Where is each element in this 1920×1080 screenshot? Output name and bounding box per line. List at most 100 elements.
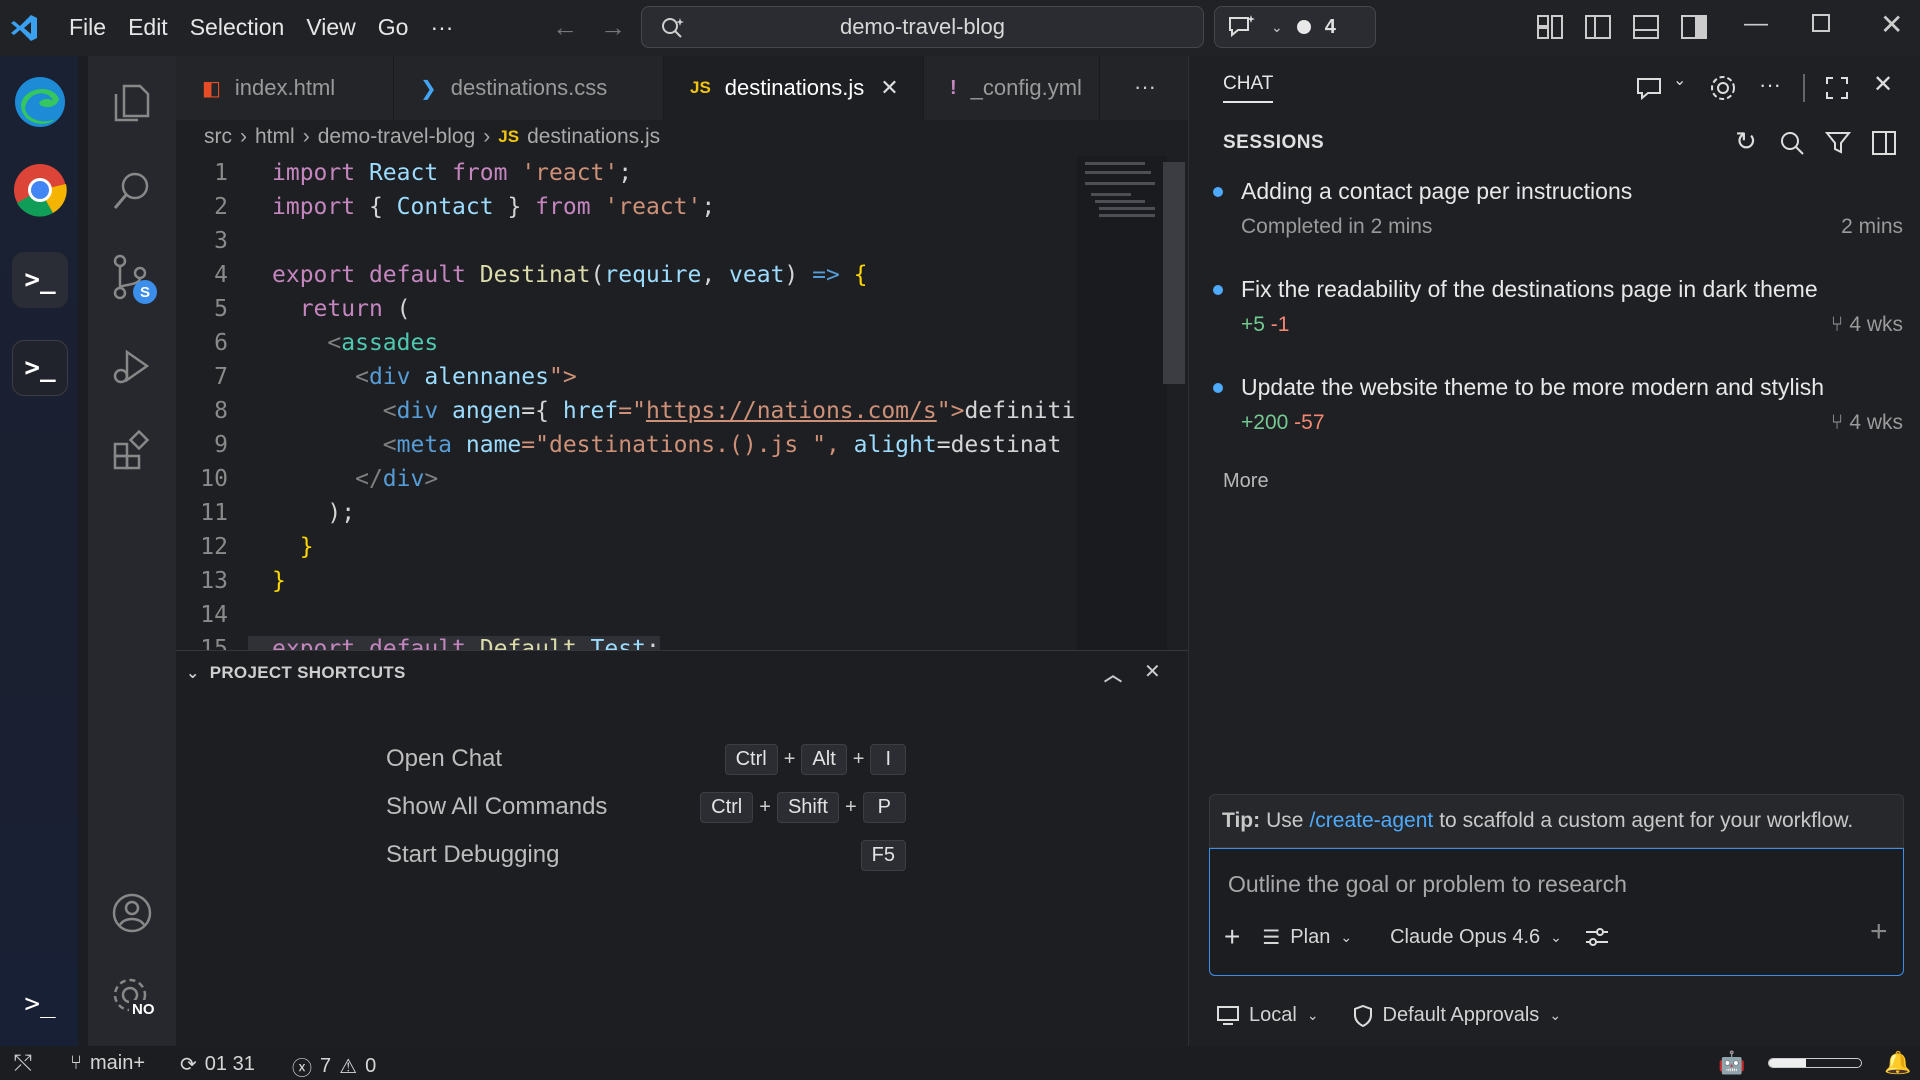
tab-label: index.html	[234, 75, 336, 100]
approvals-picker[interactable]: Default Approvals ⌄	[1353, 1004, 1562, 1027]
tip-command-link[interactable]: /create-agent	[1309, 809, 1433, 833]
search-sessions-icon[interactable]	[1779, 130, 1805, 156]
copilot-icon[interactable]: 🤖	[1718, 1050, 1745, 1076]
session-item[interactable]: Update the website theme to be more mode…	[1213, 374, 1903, 435]
tools-settings-icon[interactable]	[1584, 925, 1610, 949]
status-dot-icon	[1296, 20, 1311, 34]
menu-file[interactable]: File	[58, 14, 117, 41]
session-status: Completed in 2 mins	[1241, 215, 1433, 238]
mode-picker[interactable]: ☰ Plan ⌄	[1262, 925, 1352, 950]
menu-go[interactable]: Go	[367, 14, 420, 41]
vscode-logo-icon[interactable]	[8, 12, 40, 44]
toggle-secondary-sidebar-icon[interactable]	[1680, 14, 1708, 40]
location-picker[interactable]: Local ⌄	[1217, 1004, 1319, 1027]
run-debug-icon[interactable]	[107, 342, 157, 392]
shortcut-show-all-commands[interactable]: Show All Commands Ctrl + Shift + P	[386, 787, 906, 827]
chevron-down-icon[interactable]: ⌄	[186, 663, 200, 683]
chat-status-group[interactable]: ⌄ 4	[1214, 6, 1376, 48]
command-center-search[interactable]: demo-travel-blog	[641, 6, 1204, 48]
menu-selection[interactable]: Selection	[179, 14, 296, 41]
close-window-icon[interactable]: ✕	[1880, 8, 1903, 41]
close-panel-icon[interactable]: ✕	[1144, 659, 1161, 684]
edge-browser-icon[interactable]	[12, 74, 68, 130]
chevron-up-icon[interactable]: ︿	[1104, 661, 1122, 687]
terminal-app-active-icon[interactable]: >_	[12, 340, 68, 396]
status-bar: ⤲ ⑂ main+ ⟳ 01 31 ⓧ 7 ⚠ 0 🤖 🔔	[0, 1046, 1920, 1080]
js-file-icon: JS	[690, 78, 711, 97]
chevron-down-icon[interactable]: ⌄	[1673, 70, 1686, 90]
model-picker[interactable]: Claude Opus 4.6 ⌄	[1390, 926, 1562, 949]
os-app-strip: >_ >_ >_	[0, 56, 78, 1046]
editor-scrollbar[interactable]	[1163, 162, 1185, 384]
extensions-icon[interactable]	[107, 426, 157, 476]
maximize-chat-icon[interactable]	[1825, 76, 1849, 100]
source-control-icon[interactable]: S	[107, 252, 157, 304]
breadcrumb-file[interactable]: destinations.js	[527, 125, 660, 149]
code-editor[interactable]: 1 import React from 'react'; 2 import { Co…	[176, 156, 1076, 666]
error-count: 7	[320, 1055, 332, 1077]
code-line: 12 }	[176, 530, 1076, 564]
tabs-more-icon[interactable]: ···	[1134, 74, 1156, 100]
chat-tab[interactable]: CHAT	[1223, 73, 1274, 103]
session-item[interactable]: Fix the readability of the destinations …	[1213, 276, 1903, 337]
toggle-primary-sidebar-icon[interactable]	[1584, 14, 1612, 40]
key-cap: Shift	[776, 791, 839, 823]
problems-status[interactable]: ⓧ 7 ⚠ 0	[292, 1052, 376, 1080]
chevron-down-icon: ⌄	[1306, 1007, 1319, 1023]
toggle-panel-icon[interactable]	[1632, 14, 1660, 40]
chat-input-box[interactable]: Outline the goal or problem to research …	[1209, 848, 1904, 976]
close-chat-icon[interactable]: ✕	[1873, 70, 1893, 99]
session-item[interactable]: Adding a contact page per instructions C…	[1213, 178, 1903, 239]
line-number: 2	[214, 194, 228, 220]
menu-edit[interactable]: Edit	[117, 14, 179, 41]
more-actions-icon[interactable]: ···	[1759, 72, 1781, 98]
sessions-title: SESSIONS	[1223, 132, 1325, 153]
explorer-icon[interactable]	[107, 78, 157, 128]
search-icon[interactable]	[107, 166, 157, 216]
branch-status[interactable]: ⑂ main+	[70, 1052, 145, 1075]
minimize-icon[interactable]: —	[1744, 10, 1768, 38]
refresh-icon[interactable]: ↻	[1735, 126, 1757, 157]
line-number: 10	[200, 466, 228, 492]
notifications-bell-icon[interactable]: 🔔	[1884, 1050, 1911, 1076]
sync-status[interactable]: ⟳ 01 31	[180, 1052, 255, 1077]
layout-customize-icon[interactable]	[1536, 14, 1564, 40]
remote-icon[interactable]: ⤲	[14, 1050, 32, 1076]
shortcut-open-chat[interactable]: Open Chat Ctrl + Alt + I	[386, 739, 906, 779]
shortcut-start-debugging[interactable]: Start Debugging F5	[386, 835, 906, 875]
terminal-app-icon[interactable]: >_	[12, 252, 68, 308]
minimap[interactable]	[1077, 156, 1167, 650]
maximize-icon[interactable]	[1812, 14, 1830, 32]
menu-view[interactable]: View	[295, 14, 366, 41]
code-line: 8 <div angen={ href="https://nations.com…	[176, 394, 1076, 428]
plus-separator: +	[783, 747, 796, 770]
chrome-browser-icon[interactable]	[12, 162, 68, 218]
settings-gear-icon[interactable]: NO	[107, 972, 158, 1022]
add-context-icon[interactable]: +	[1224, 921, 1240, 953]
tab-index-html[interactable]: ◧ index.html	[176, 56, 394, 120]
code-line: 4 export default Destinat(require, veat) …	[176, 258, 1076, 292]
split-view-icon[interactable]	[1871, 130, 1897, 156]
breadcrumb-item[interactable]: html	[255, 125, 295, 149]
back-arrow-icon[interactable]: ←	[552, 12, 578, 43]
tab-destinations-js[interactable]: JS destinations.js ✕	[664, 56, 924, 120]
forward-arrow-icon[interactable]: →	[600, 12, 626, 43]
breadcrumb-item[interactable]: src	[204, 125, 232, 149]
chevron-down-icon: ⌄	[1549, 1007, 1562, 1023]
code-line: 1 import React from 'react';	[176, 156, 1076, 190]
menu-more[interactable]: ···	[419, 14, 464, 41]
terminal-launcher-icon[interactable]: >_	[12, 976, 68, 1032]
more-sessions-link[interactable]: More	[1223, 470, 1269, 493]
account-icon[interactable]	[107, 888, 157, 938]
chat-settings-icon[interactable]	[1709, 74, 1737, 102]
tab-destinations-css[interactable]: ❯ destinations.css	[394, 56, 664, 120]
close-tab-icon[interactable]: ✕	[880, 75, 898, 101]
filter-icon[interactable]	[1825, 130, 1851, 156]
send-add-icon[interactable]: +	[1870, 915, 1888, 949]
new-chat-icon[interactable]	[1635, 76, 1665, 102]
line-number: 7	[214, 364, 228, 390]
breadcrumb-item[interactable]: demo-travel-blog	[318, 125, 476, 149]
tab-label: _config.yml	[970, 75, 1082, 100]
tab-config-yml[interactable]: ! _config.yml	[924, 56, 1100, 120]
code-line: 6 <assades	[176, 326, 1076, 360]
